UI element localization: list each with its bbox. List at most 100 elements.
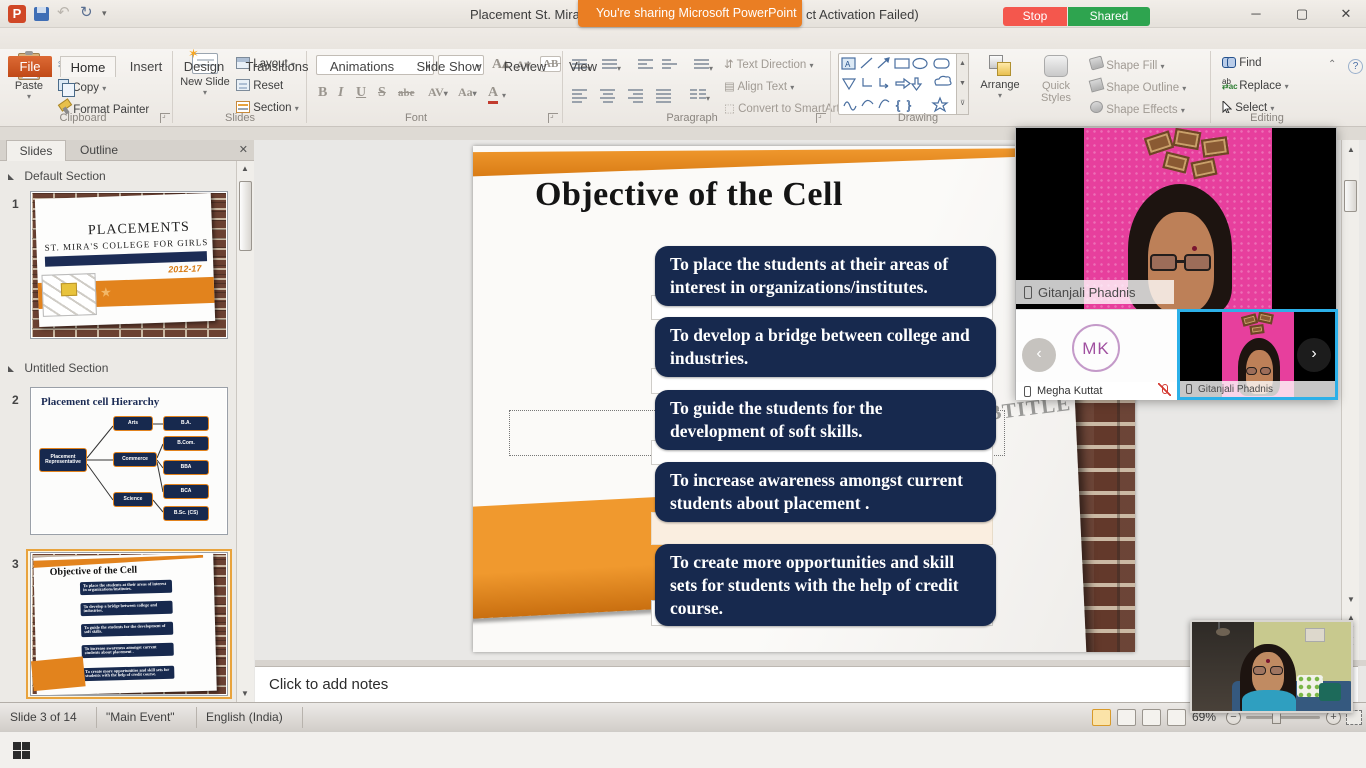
slide-3-number: 3 xyxy=(12,557,19,571)
normal-view-button[interactable] xyxy=(1092,709,1111,726)
decrease-indent-button[interactable] xyxy=(638,57,653,76)
webcam-preview[interactable] xyxy=(1190,620,1353,713)
help-icon[interactable]: ? xyxy=(1348,59,1363,74)
font-color-dropdown-icon[interactable]: ▾ xyxy=(502,91,506,100)
tab-review[interactable]: Review xyxy=(496,56,554,77)
quick-styles-button[interactable]: Quick Styles xyxy=(1030,55,1082,104)
minimize-button[interactable]: ─ xyxy=(1234,0,1278,27)
scroll-thumb[interactable] xyxy=(1344,180,1357,212)
line-spacing-button[interactable]: ▾ xyxy=(694,57,713,76)
scroll-up-icon[interactable]: ▲ xyxy=(237,161,253,177)
main-scrollbar[interactable]: ▲ ▼ ▲▲ ▼▼ xyxy=(1341,140,1359,660)
slides-panel-body: Default Section 1 PLACEMENTS ST. MIRA'S … xyxy=(0,161,236,702)
next-participant-button[interactable]: › xyxy=(1297,338,1331,372)
slide-sorter-view-button[interactable] xyxy=(1117,709,1136,726)
close-button[interactable]: ✕ xyxy=(1324,0,1366,27)
align-center-button[interactable] xyxy=(600,87,615,110)
scroll-up-icon[interactable]: ▲ xyxy=(1343,142,1359,158)
tab-design[interactable]: Design xyxy=(176,56,232,77)
zoom-slider-track[interactable] xyxy=(1246,716,1320,719)
character-spacing-button[interactable]: A︎V▾ xyxy=(428,85,448,100)
slides-group-label: Slides xyxy=(180,112,300,124)
reset-button[interactable]: Reset xyxy=(236,79,283,92)
stop-sharing-button[interactable]: Stop xyxy=(1003,7,1067,26)
panel-close-icon[interactable]: ✕ xyxy=(239,143,248,156)
slide-1-thumbnail[interactable]: PLACEMENTS ST. MIRA'S COLLEGE FOR GIRLS … xyxy=(30,191,228,339)
replace-button[interactable]: ab⇄ac Replace ▾ xyxy=(1222,79,1289,92)
italic-button[interactable]: I xyxy=(338,85,343,101)
qat-customize-dropdown-icon[interactable]: ▾ xyxy=(102,8,107,19)
tab-transitions[interactable]: Transitions xyxy=(238,56,316,77)
video-tile-main[interactable]: Gitanjali Phadnis xyxy=(1016,128,1336,309)
undo-icon[interactable]: ↶ xyxy=(57,3,70,21)
tab-file[interactable]: File xyxy=(8,56,52,77)
columns-button[interactable]: ▾ xyxy=(690,87,710,106)
language-status[interactable]: English (India) xyxy=(206,710,283,724)
slide-title[interactable]: Objective of the Cell xyxy=(535,176,843,214)
clipboard-dialog-launcher[interactable] xyxy=(160,113,170,123)
keyboard-image xyxy=(41,273,96,317)
tab-animations[interactable]: Animations xyxy=(322,56,402,77)
sharing-banner[interactable]: You're sharing Microsoft PowerPoint xyxy=(578,0,802,27)
tab-home[interactable]: Home xyxy=(60,56,116,77)
video-tile-gitanjali-selected[interactable]: › Gitanjali Phadnis xyxy=(1177,309,1338,400)
shapes-gallery[interactable]: A { } xyxy=(838,53,958,115)
video-tile-megha[interactable]: ‹ MK Megha Kuttat xyxy=(1016,309,1177,400)
font-dialog-launcher[interactable] xyxy=(548,113,558,123)
font-color-button[interactable]: A xyxy=(488,85,498,104)
tab-insert[interactable]: Insert xyxy=(122,56,170,77)
org-bca: BCA xyxy=(163,484,209,499)
align-text-button[interactable]: ▤ Align Text ▾ xyxy=(724,79,794,93)
status-bar: Slide 3 of 14 "Main Event" English (Indi… xyxy=(0,702,1366,731)
tab-slides[interactable]: Slides xyxy=(6,140,66,161)
increase-indent-button[interactable] xyxy=(662,57,677,76)
align-right-button[interactable] xyxy=(628,87,643,110)
find-button[interactable]: Find xyxy=(1222,57,1262,69)
notes-placeholder[interactable]: Click to add notes xyxy=(269,676,388,693)
section-header-default[interactable]: Default Section xyxy=(8,169,106,183)
objective-box-1[interactable]: To place the students at their areas of … xyxy=(655,246,996,306)
copy-button[interactable]: Copy ▾ xyxy=(58,79,106,94)
bold-button[interactable]: B xyxy=(318,85,327,101)
reading-view-button[interactable] xyxy=(1142,709,1161,726)
scroll-down-icon[interactable]: ▼ xyxy=(1343,592,1359,608)
scroll-thumb[interactable] xyxy=(239,181,252,251)
maximize-button[interactable]: ▢ xyxy=(1280,0,1324,27)
paragraph-dialog-launcher[interactable] xyxy=(816,113,826,123)
objective-box-5[interactable]: To create more opportunities and skill s… xyxy=(655,544,996,626)
justify-button[interactable] xyxy=(656,87,671,110)
arrange-button[interactable]: Arrange ▾ xyxy=(974,55,1026,100)
align-left-button[interactable] xyxy=(572,87,587,110)
change-case-button[interactable]: Aa▾ xyxy=(458,85,477,100)
slide-2-thumbnail[interactable]: Placement cell Hierarchy Placement Repre… xyxy=(30,387,228,535)
section-header-untitled[interactable]: Untitled Section xyxy=(8,361,108,375)
redo-icon[interactable]: ↻ xyxy=(80,3,93,21)
shape-outline-button[interactable]: Shape Outline ▾ xyxy=(1090,79,1186,94)
minimize-ribbon-icon[interactable]: ⌃ xyxy=(1328,59,1336,70)
shape-effects-button[interactable]: Shape Effects ▾ xyxy=(1090,101,1185,116)
save-icon[interactable] xyxy=(34,7,49,21)
previous-participant-button[interactable]: ‹ xyxy=(1022,338,1056,372)
slide-3-thumbnail[interactable]: Objective of the Cell To place the stude… xyxy=(30,552,228,696)
powerpoint-app-icon[interactable]: P xyxy=(8,5,26,23)
objective-box-2[interactable]: To develop a bridge between college and … xyxy=(655,317,996,377)
shared-status-button[interactable]: Shared xyxy=(1068,7,1150,26)
underline-button[interactable]: U xyxy=(356,85,366,101)
scroll-down-icon[interactable]: ▼ xyxy=(237,686,253,702)
start-button[interactable] xyxy=(13,742,30,759)
slides-panel-scrollbar[interactable]: ▲ ▼ xyxy=(236,161,254,702)
tab-slide-show[interactable]: Slide Show xyxy=(408,56,490,77)
objective-box-4[interactable]: To increase awareness amongst current st… xyxy=(655,462,996,522)
text-direction-button[interactable]: ⇵ Text Direction ▾ xyxy=(724,57,814,71)
double-strike-button[interactable]: abe xyxy=(398,87,415,99)
slideshow-view-button[interactable] xyxy=(1167,709,1186,726)
shapes-gallery-scroll[interactable]: ▲▼⊽ xyxy=(956,53,969,115)
tab-outline[interactable]: Outline xyxy=(66,140,132,161)
paste-dropdown-icon[interactable]: ▾ xyxy=(8,92,50,101)
svg-text:A: A xyxy=(845,60,851,69)
shape-fill-button[interactable]: Shape Fill ▾ xyxy=(1090,57,1165,72)
theme-name[interactable]: "Main Event" xyxy=(106,710,175,724)
objective-box-3[interactable]: To guide the students for the developmen… xyxy=(655,390,996,450)
strikethrough-button[interactable]: S xyxy=(378,85,386,101)
tab-view[interactable]: View xyxy=(560,56,606,77)
